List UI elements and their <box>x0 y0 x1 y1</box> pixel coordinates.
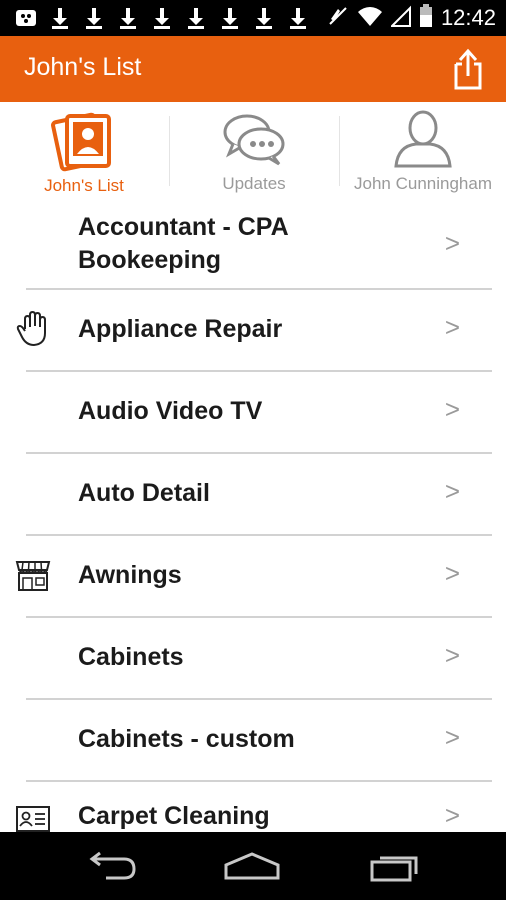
person-icon <box>394 110 452 168</box>
wifi-icon <box>357 5 383 31</box>
clock: 12:42 <box>440 5 496 30</box>
list-item[interactable]: Awnings > <box>0 536 506 618</box>
download-icon <box>286 7 310 29</box>
share-icon <box>454 48 482 90</box>
download-icon <box>218 7 242 29</box>
list-item[interactable]: Auto Detail > <box>0 454 506 536</box>
download-icon <box>82 7 106 29</box>
recent-apps-button[interactable] <box>366 846 426 886</box>
download-icon <box>184 7 208 29</box>
chevron-right-icon: > <box>444 800 460 830</box>
download-icon <box>116 7 140 29</box>
category-list: Accountant - CPA Bookeeping > Appliance … <box>0 198 506 832</box>
tab-updates[interactable]: Updates <box>170 102 338 198</box>
label-line: Bookeeping <box>78 246 222 274</box>
system-status: 12:42 <box>327 4 496 32</box>
mute-icon <box>327 5 349 31</box>
tab-label: Updates <box>222 174 286 193</box>
list-item[interactable]: Audio Video TV > <box>0 372 506 454</box>
chevron-right-icon: > <box>444 722 460 752</box>
list-item-label: Audio Video TV <box>78 397 263 425</box>
photo-stack-icon <box>51 112 111 172</box>
list-item-label: Cabinets <box>78 643 184 671</box>
list-item-label: Carpet Cleaning <box>78 802 270 830</box>
chevron-right-icon: > <box>444 312 460 342</box>
navigation-bar <box>0 832 506 900</box>
chevron-right-icon: > <box>444 558 460 588</box>
list-item-label: Cabinets - custom <box>78 725 295 753</box>
tab-profile[interactable]: John Cunningham <box>340 102 506 198</box>
app-bar: John's List <box>0 36 506 102</box>
back-icon <box>89 851 136 880</box>
tab-bar: John's List Updates John Cunningham <box>0 102 506 198</box>
signal-icon <box>389 5 411 31</box>
list-item-label: Auto Detail <box>78 479 210 507</box>
label-line: Accountant - CPA <box>78 213 289 241</box>
bbm-icon <box>14 7 38 29</box>
list-item[interactable]: Appliance Repair > <box>0 290 506 372</box>
download-icon <box>252 7 276 29</box>
tab-johns-list[interactable]: John's List <box>0 102 168 198</box>
tab-label: John Cunningham <box>354 174 492 193</box>
status-bar: 12:42 <box>0 0 506 36</box>
list-item[interactable]: Accountant - CPA Bookeeping > <box>0 198 506 290</box>
chevron-right-icon: > <box>444 476 460 506</box>
list-item-label: Appliance Repair <box>78 315 283 343</box>
tab-label: John's List <box>44 176 124 195</box>
storefront-icon <box>14 556 52 594</box>
recent-apps-icon <box>370 856 418 882</box>
app-title: John's List <box>24 53 142 81</box>
home-button[interactable] <box>222 846 282 886</box>
list-item[interactable]: Carpet Cleaning > <box>0 782 506 832</box>
list-item-label: Accountant - CPA Bookeeping <box>78 211 289 277</box>
share-button[interactable] <box>448 48 488 92</box>
list-item[interactable]: Cabinets > <box>0 618 506 700</box>
notification-icons <box>14 7 310 29</box>
battery-icon <box>419 4 433 32</box>
home-icon <box>224 852 280 880</box>
list-item[interactable]: Cabinets - custom > <box>0 700 506 782</box>
back-button[interactable] <box>82 846 142 886</box>
chevron-right-icon: > <box>444 228 460 258</box>
hand-icon <box>14 310 52 348</box>
chevron-right-icon: > <box>444 640 460 670</box>
download-icon <box>150 7 174 29</box>
list-item-label: Awnings <box>78 561 182 589</box>
id-card-icon <box>14 800 52 832</box>
chevron-right-icon: > <box>444 394 460 424</box>
chat-bubbles-icon <box>223 114 285 166</box>
download-icon <box>48 7 72 29</box>
